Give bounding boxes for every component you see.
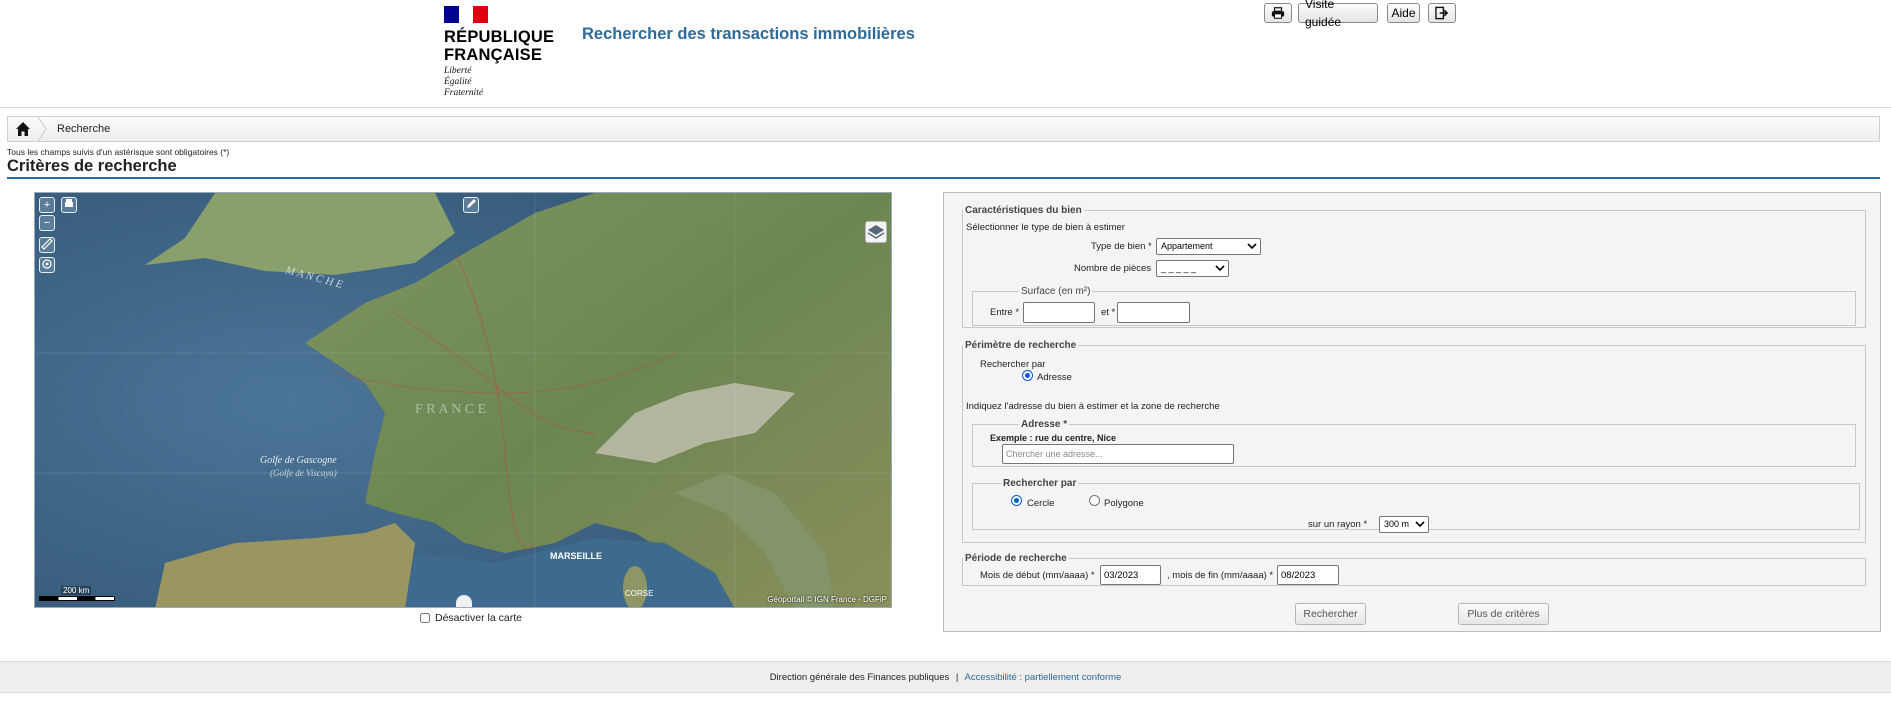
map-label-biscaye: (Golfe de Viscaya) bbox=[270, 468, 337, 478]
circle-label: Cercle bbox=[1027, 498, 1055, 509]
chevron-down-icon bbox=[1415, 521, 1425, 528]
guided-tour-button[interactable]: Visite guidée bbox=[1298, 0, 1378, 29]
rooms-select[interactable]: _ _ _ _ _ bbox=[1156, 260, 1229, 277]
period-fieldset: Période de recherche Mois de début (mm/a… bbox=[962, 553, 1866, 586]
address-input[interactable]: Chercher une adresse... bbox=[1002, 444, 1234, 464]
map-label-france: F R A N C E bbox=[415, 402, 486, 417]
map-print-button[interactable] bbox=[61, 197, 77, 213]
zoom-in-button[interactable]: + bbox=[39, 197, 55, 213]
map-scale: 200 km bbox=[39, 586, 115, 601]
breadcrumb-current: Recherche bbox=[57, 123, 111, 135]
map-label-marseille: MARSEILLE bbox=[550, 551, 602, 561]
radius-label: sur un rayon * bbox=[1308, 519, 1368, 530]
print-button[interactable] bbox=[1264, 3, 1292, 23]
app-title: Rechercher des transactions immobilières bbox=[582, 25, 915, 43]
type-select[interactable]: Appartement bbox=[1156, 238, 1261, 255]
pencil-icon bbox=[467, 199, 476, 208]
locate-button[interactable] bbox=[39, 257, 55, 273]
perimeter-hint: Indiquez l'adresse du bien à estimer et … bbox=[966, 401, 1220, 412]
footer-org: Direction générale des Finances publique… bbox=[769, 672, 950, 683]
crosshair-icon bbox=[42, 259, 52, 269]
printer-icon bbox=[65, 199, 73, 207]
search-button[interactable]: Rechercher bbox=[1295, 603, 1366, 625]
surface-legend: Surface (en m²) bbox=[1021, 286, 1091, 297]
period-end-label: , mois de fin (mm/aaaa) * bbox=[1167, 570, 1274, 581]
title-divider bbox=[7, 177, 1880, 179]
address-radio-label: Adresse bbox=[1037, 372, 1072, 383]
shape-fieldset: Rechercher par Cercle Polygone sur un ra… bbox=[972, 478, 1860, 533]
draw-button[interactable] bbox=[463, 197, 479, 213]
period-start-input[interactable]: 03/2023 bbox=[1100, 565, 1161, 585]
surface-min-input[interactable] bbox=[1023, 302, 1095, 323]
required-fields-note: Tous les champs suivis d'un astérisque s… bbox=[7, 147, 230, 157]
accessibility-link[interactable]: Accessibilité : partiellement conforme bbox=[964, 672, 1121, 683]
perimeter-fieldset: Périmètre de recherche Rechercher par Ad… bbox=[962, 340, 1866, 543]
search-form: Caractéristiques du bien Sélectionner le… bbox=[943, 192, 1881, 632]
motto-fraternite: Fraternité bbox=[444, 88, 484, 98]
breadcrumb-separator bbox=[37, 117, 47, 141]
map-canvas: M A N C H E F R A N C E Golfe de Gascogn… bbox=[35, 193, 891, 607]
characteristics-legend: Caractéristiques du bien bbox=[965, 205, 1082, 216]
rooms-label: Nombre de pièces bbox=[1074, 263, 1152, 274]
search-by-label: Rechercher par bbox=[980, 359, 1046, 370]
disable-map-checkbox[interactable] bbox=[420, 613, 430, 623]
characteristics-fieldset: Caractéristiques du bien Sélectionner le… bbox=[962, 205, 1866, 328]
republic-line-1: RÉPUBLIQUE bbox=[444, 28, 555, 46]
surface-and-label: et * bbox=[1101, 307, 1116, 318]
circle-radio[interactable] bbox=[1011, 495, 1022, 506]
disable-map-label: Désactiver la carte bbox=[435, 612, 522, 624]
scale-label: 200 km bbox=[61, 586, 92, 595]
printer-icon bbox=[1271, 7, 1285, 19]
surface-max-input[interactable] bbox=[1117, 302, 1190, 323]
characteristics-hint: Sélectionner le type de bien à estimer bbox=[966, 222, 1125, 233]
layers-button[interactable] bbox=[865, 221, 887, 243]
radius-select[interactable]: 300 m bbox=[1379, 516, 1429, 533]
period-end-input[interactable]: 08/2023 bbox=[1277, 565, 1339, 585]
map-label-corse: CORSE bbox=[625, 589, 653, 598]
address-fieldset: Adresse * Exemple : rue du centre, Nice … bbox=[972, 419, 1856, 467]
page-title: Critères de recherche bbox=[7, 157, 177, 175]
site-footer: Direction générale des Finances publique… bbox=[0, 661, 1891, 693]
polygon-radio[interactable] bbox=[1089, 495, 1100, 506]
breadcrumb: Recherche bbox=[7, 116, 1880, 142]
map-label-gascogne: Golfe de Gascogne bbox=[260, 455, 337, 466]
perimeter-legend: Périmètre de recherche bbox=[965, 340, 1077, 351]
radius-select-value: 300 m bbox=[1384, 519, 1410, 529]
rooms-select-value: _ _ _ _ _ bbox=[1161, 263, 1197, 273]
republic-line-2: FRANÇAISE bbox=[444, 46, 543, 64]
chevron-down-icon bbox=[1215, 265, 1225, 272]
surface-between-label: Entre * bbox=[990, 307, 1020, 318]
more-criteria-button[interactable]: Plus de critères bbox=[1458, 603, 1549, 625]
address-example: Exemple : rue du centre, Nice bbox=[990, 433, 1117, 443]
type-select-value: Appartement bbox=[1161, 241, 1213, 251]
chevron-down-icon bbox=[1247, 243, 1257, 250]
logout-button[interactable] bbox=[1428, 3, 1456, 23]
map-view[interactable]: M A N C H E F R A N C E Golfe de Gascogn… bbox=[34, 192, 892, 608]
motto-liberte: Liberté bbox=[444, 66, 472, 76]
shape-legend: Rechercher par bbox=[1003, 478, 1077, 489]
measure-distance-button[interactable] bbox=[39, 237, 55, 253]
footer-separator: | bbox=[955, 672, 959, 683]
type-label: Type de bien * bbox=[1091, 241, 1152, 252]
disable-map-row: Désactiver la carte bbox=[420, 612, 522, 624]
ruler-icon bbox=[41, 238, 53, 250]
map-drawer-handle[interactable] bbox=[456, 595, 472, 607]
french-flag-logo bbox=[444, 6, 489, 23]
logout-icon bbox=[1435, 6, 1449, 20]
polygon-label: Polygone bbox=[1104, 498, 1144, 509]
motto-egalite: Égalité bbox=[444, 77, 472, 87]
address-radio[interactable] bbox=[1022, 370, 1033, 381]
period-legend: Période de recherche bbox=[965, 553, 1067, 564]
motto: Liberté Égalité Fraternité bbox=[444, 66, 483, 99]
map-attribution: Géoportail © IGN France - DGFiP bbox=[767, 595, 887, 604]
period-start-label: Mois de début (mm/aaaa) * bbox=[980, 570, 1095, 581]
home-icon[interactable] bbox=[15, 121, 31, 137]
layers-icon bbox=[867, 225, 885, 239]
site-header: RÉPUBLIQUE FRANÇAISE Liberté Égalité Fra… bbox=[0, 0, 1891, 108]
address-legend: Adresse * bbox=[1021, 419, 1068, 430]
help-button[interactable]: Aide bbox=[1387, 3, 1420, 23]
zoom-out-button[interactable]: − bbox=[39, 215, 55, 231]
surface-fieldset: Surface (en m²) Entre * et * bbox=[972, 286, 1856, 326]
republique-francaise-logo: RÉPUBLIQUE FRANÇAISE bbox=[444, 28, 554, 64]
